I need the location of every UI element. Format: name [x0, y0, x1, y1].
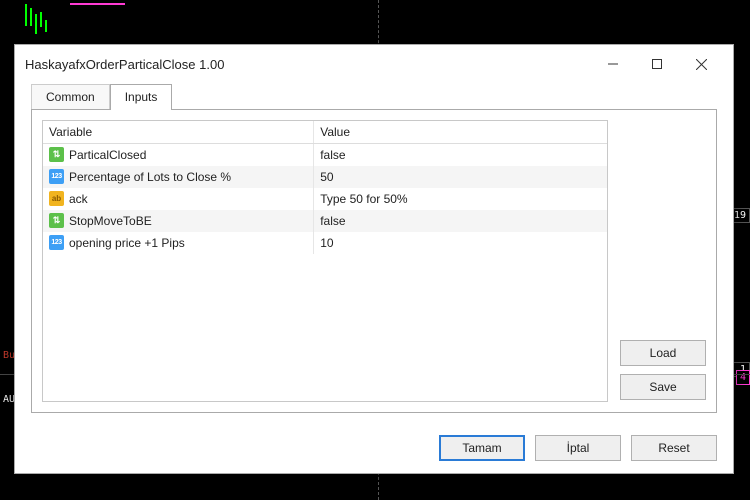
- cancel-button[interactable]: İptal: [535, 435, 621, 461]
- bool-icon: ⇅: [49, 147, 64, 162]
- ok-button[interactable]: Tamam: [439, 435, 525, 461]
- close-button[interactable]: [679, 49, 723, 79]
- grid-header: Variable Value: [43, 121, 607, 144]
- var-value[interactable]: Type 50 for 50%: [314, 188, 607, 210]
- titlebar: HaskayafxOrderParticalClose 1.00: [15, 45, 733, 83]
- load-button[interactable]: Load: [620, 340, 706, 366]
- col-value[interactable]: Value: [314, 121, 607, 144]
- var-value[interactable]: false: [314, 210, 607, 232]
- maximize-button[interactable]: [635, 49, 679, 79]
- var-value[interactable]: 50: [314, 166, 607, 188]
- var-value[interactable]: 10: [314, 232, 607, 254]
- tab-common[interactable]: Common: [31, 84, 110, 110]
- parameters-grid[interactable]: Variable Value ⇅ ParticalClosed false 123…: [42, 120, 608, 402]
- dialog-buttons: Tamam İptal Reset: [15, 425, 733, 473]
- grid-row[interactable]: aback Type 50 for 50%: [43, 188, 607, 210]
- var-name: ParticalClosed: [69, 148, 146, 162]
- string-icon: ab: [49, 191, 64, 206]
- int-icon: 123: [49, 235, 64, 250]
- reset-button[interactable]: Reset: [631, 435, 717, 461]
- grid-row[interactable]: 123 Percentage of Lots to Close % 50: [43, 166, 607, 188]
- bool-icon: ⇅: [49, 213, 64, 228]
- save-button[interactable]: Save: [620, 374, 706, 400]
- properties-dialog: HaskayafxOrderParticalClose 1.00 Common …: [14, 44, 734, 474]
- var-name: ack: [69, 192, 88, 206]
- tab-inputs[interactable]: Inputs: [110, 84, 173, 110]
- minimize-button[interactable]: [591, 49, 635, 79]
- int-icon: 123: [49, 169, 64, 184]
- price-label: 4: [736, 370, 750, 385]
- grid-row[interactable]: ⇅ ParticalClosed false: [43, 144, 607, 166]
- var-name: Percentage of Lots to Close %: [69, 170, 231, 184]
- window-title: HaskayafxOrderParticalClose 1.00: [25, 57, 591, 72]
- var-name: opening price +1 Pips: [69, 236, 185, 250]
- grid-row[interactable]: 123 opening price +1 Pips 10: [43, 232, 607, 254]
- var-name: StopMoveToBE: [69, 214, 152, 228]
- side-buttons: Load Save: [620, 120, 706, 402]
- grid-row[interactable]: ⇅ StopMoveToBE false: [43, 210, 607, 232]
- col-variable[interactable]: Variable: [43, 121, 314, 144]
- tabs: Common Inputs: [31, 83, 717, 109]
- var-value[interactable]: false: [314, 144, 607, 166]
- tab-panel: Variable Value ⇅ ParticalClosed false 123…: [31, 109, 717, 413]
